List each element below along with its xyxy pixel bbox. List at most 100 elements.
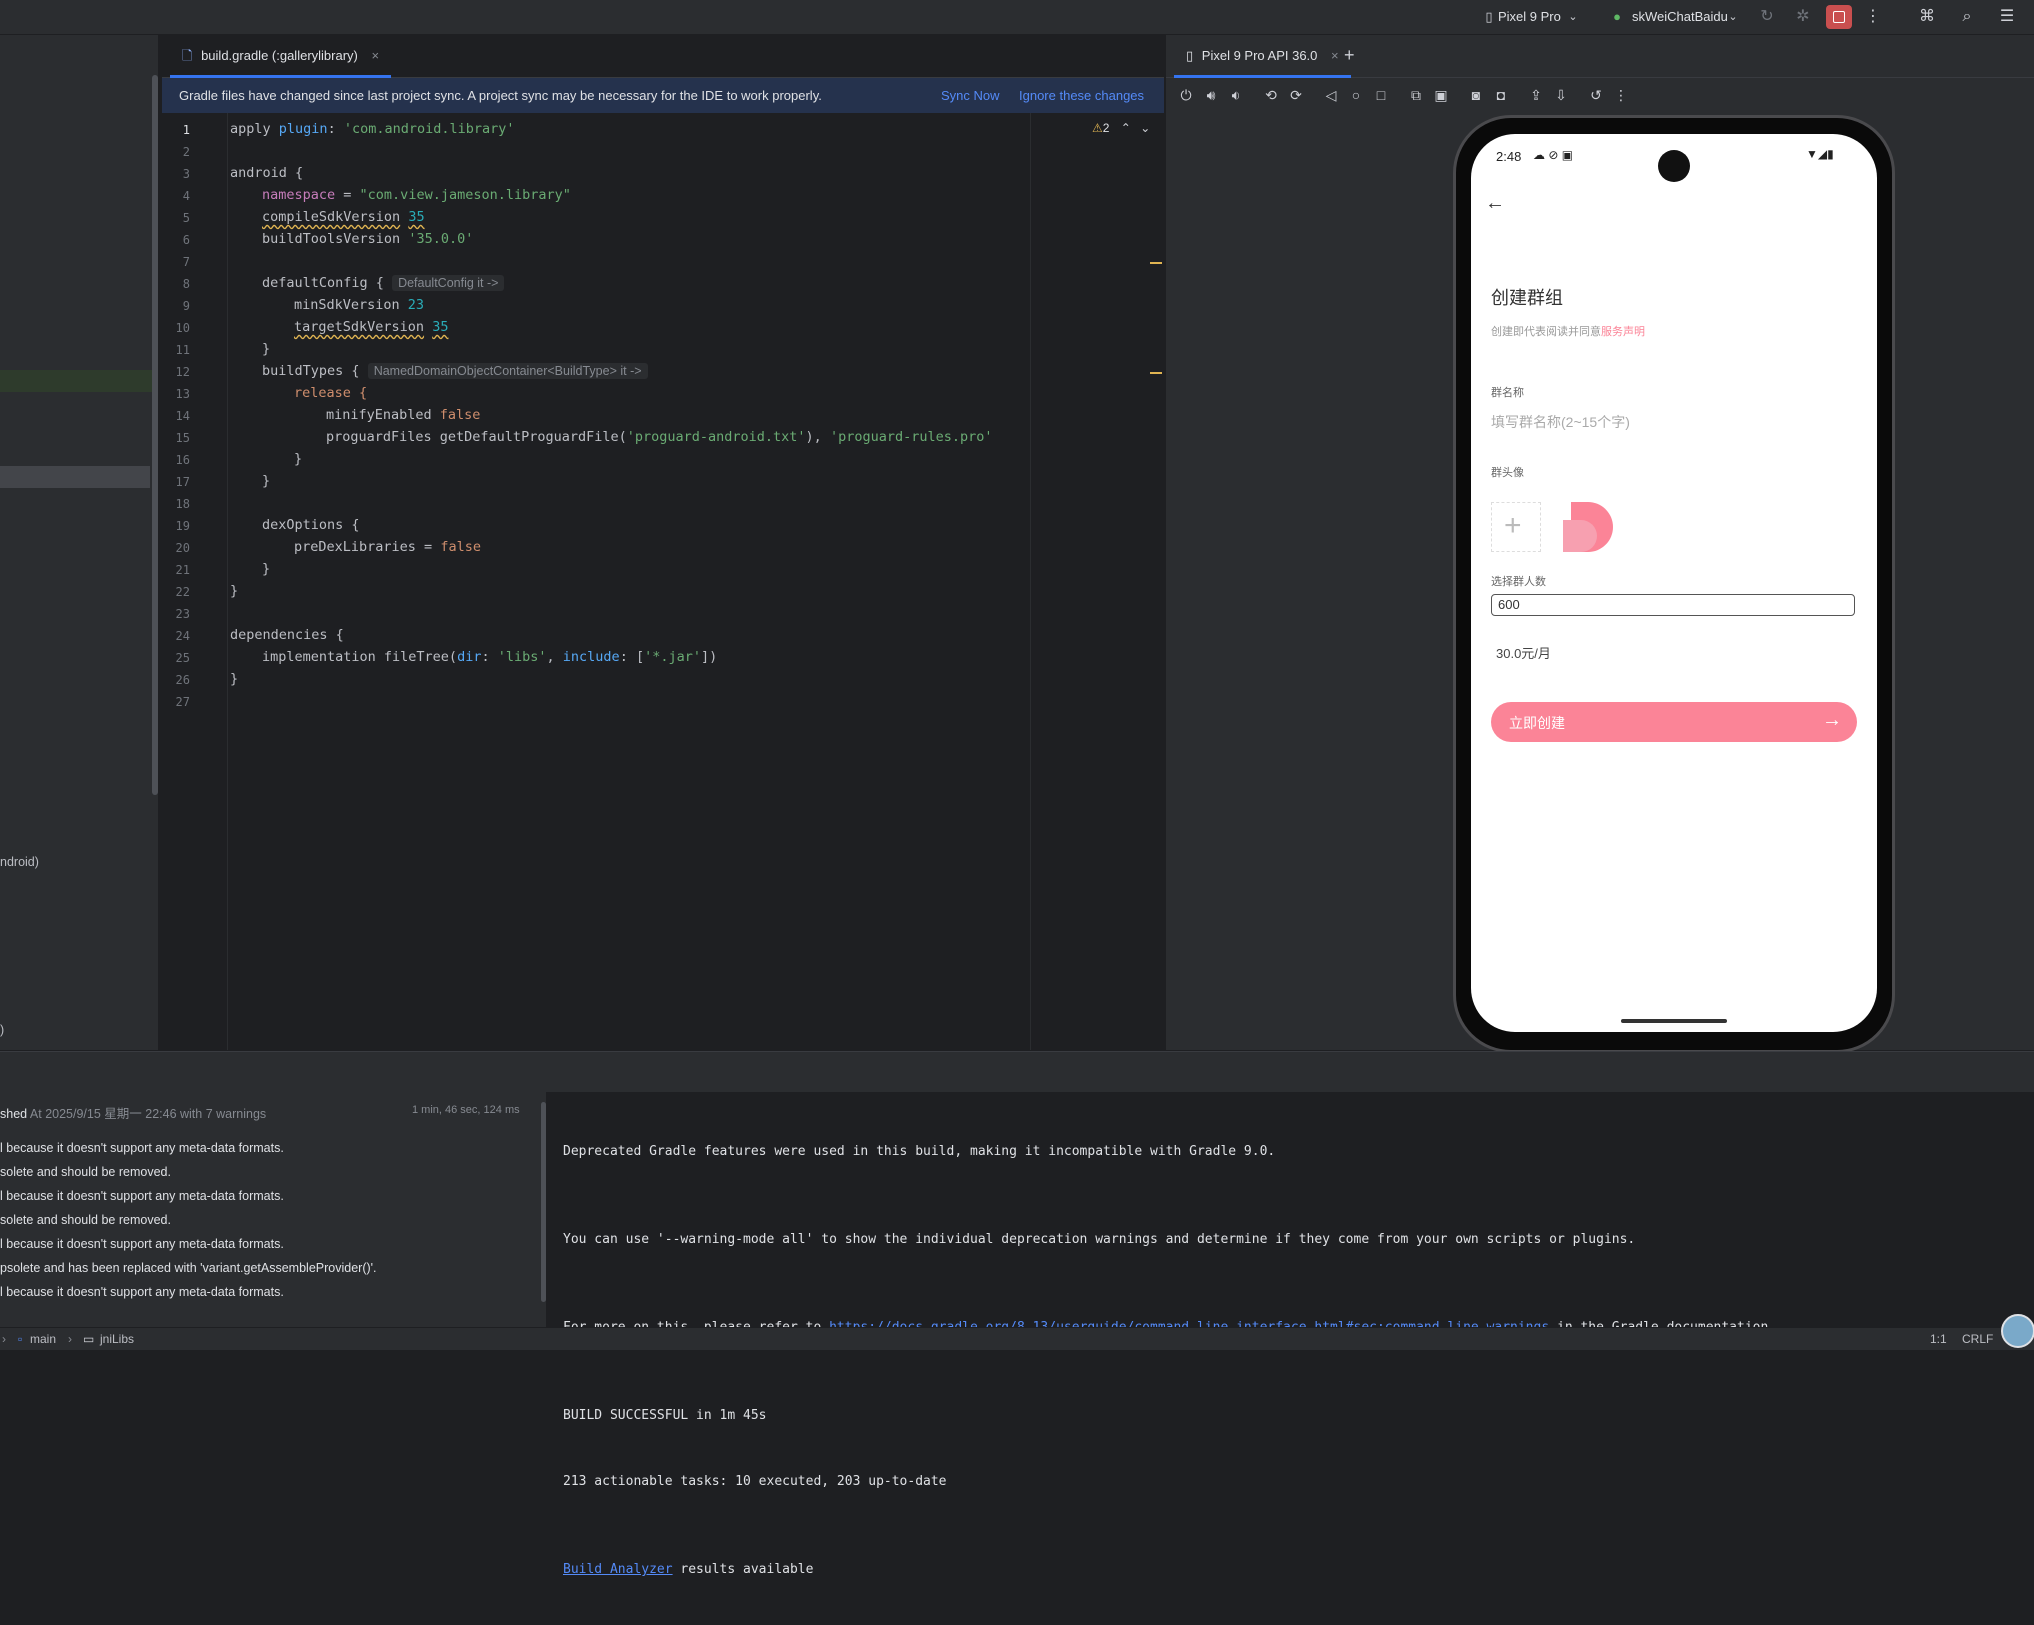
line-number: 25 xyxy=(175,651,190,665)
warnings-indicator[interactable]: ⚠2 ⌃ ⌄ xyxy=(1092,121,1150,135)
emulator-panel: ▯ Pixel 9 Pro API 36.0 × + ⏻ 🔊︎ 🔉︎ ⟲ ⟳ ◁… xyxy=(1165,35,2034,1053)
caret-position[interactable]: 1:1 xyxy=(1930,1328,1947,1350)
page-title: 创建群组 xyxy=(1491,288,1563,308)
status-bar: › ▫ main › ▭ jniLibs 1:1 CRLF xyxy=(0,1314,2034,1350)
line-number: 11 xyxy=(175,343,190,357)
create-group-button[interactable]: 立即创建 → xyxy=(1491,702,1857,742)
arrow-right-icon: → xyxy=(1822,709,1842,731)
back-arrow-icon[interactable]: ← xyxy=(1485,192,1505,215)
fold-icon[interactable]: ⧉ xyxy=(1406,85,1426,105)
reset-icon[interactable]: ↺ xyxy=(1586,85,1606,105)
warning-message[interactable]: solete and should be removed. xyxy=(0,1165,171,1179)
avatar-shape xyxy=(1563,520,1597,552)
add-tab-icon[interactable]: + xyxy=(1344,45,1355,66)
build-console-output[interactable]: Deprecated Gradle features were used in … xyxy=(563,1097,1776,1625)
line-number: 6 xyxy=(182,233,190,247)
warning-message[interactable]: l because it doesn't support any meta-da… xyxy=(0,1189,284,1203)
display-icon[interactable]: ▣ xyxy=(1431,85,1451,105)
scrollbar[interactable] xyxy=(152,75,158,795)
ignore-changes-link[interactable]: Ignore these changes xyxy=(1019,78,1144,113)
search-replace-icon[interactable]: ⌕ xyxy=(1956,6,1978,28)
build-duration: 1 min, 46 sec, 124 ms xyxy=(412,1104,520,1116)
code-area[interactable]: 1 2 3 4 5 6 7 8 9 10 11 12 13 14 15 16 1… xyxy=(162,113,1164,1050)
screenshot-icon[interactable]: ◙ xyxy=(1466,85,1486,105)
warning-marker[interactable] xyxy=(1150,372,1162,374)
code-line: minifyEnabled false xyxy=(326,407,481,423)
selected-row[interactable] xyxy=(0,466,150,488)
volume-down-icon[interactable]: 🔉︎ xyxy=(1226,85,1246,105)
tab-emulator[interactable]: ▯ Pixel 9 Pro API 36.0 × xyxy=(1174,35,1351,78)
line-number: 4 xyxy=(182,189,190,203)
build-analyzer-link[interactable]: Build Analyzer xyxy=(563,1562,673,1577)
avatar[interactable] xyxy=(2001,1314,2034,1348)
volume-up-icon[interactable]: 🔊︎ xyxy=(1201,85,1221,105)
translate-icon[interactable]: ⌘ xyxy=(1916,6,1938,28)
status-time: 2:48 xyxy=(1496,149,1522,164)
warning-marker[interactable] xyxy=(1150,262,1162,264)
chevron-down-icon[interactable]: ⌄ xyxy=(1140,121,1150,135)
member-count-label: 选择群人数 xyxy=(1491,576,1546,588)
more-vertical-icon[interactable]: ⋮ xyxy=(1611,85,1631,105)
phone-screen[interactable]: 2:48 ☁ ⊘ ▣ ▼◢▮ ← 创建群组 创建即代表阅读并同意服务声明 群名称… xyxy=(1471,134,1877,1032)
group-name-input[interactable]: 填写群名称(2~15个字) xyxy=(1491,412,1857,434)
sync-banner: Gradle files have changed since last pro… xyxy=(162,78,1164,113)
chevron-down-icon[interactable]: ⌄ xyxy=(1562,6,1584,28)
highlighted-row[interactable] xyxy=(0,370,158,392)
tree-item-fragment[interactable]: ) xyxy=(0,1023,4,1037)
sync-now-link[interactable]: Sync Now xyxy=(941,78,1000,113)
code-line: } xyxy=(262,561,271,577)
avatar-image[interactable] xyxy=(1563,502,1615,554)
code-line: proguardFiles getDefaultProguardFile('pr… xyxy=(326,429,993,445)
overview-icon[interactable]: □ xyxy=(1371,85,1391,105)
service-terms-link[interactable]: 服务声明 xyxy=(1601,326,1645,338)
plus-icon: + xyxy=(1504,509,1522,542)
warning-message[interactable]: psolete and has been replaced with 'vari… xyxy=(0,1261,377,1275)
warning-message[interactable]: l because it doesn't support any meta-da… xyxy=(0,1285,284,1299)
code-line: } xyxy=(230,583,239,599)
code-line: buildToolsVersion '35.0.0' xyxy=(262,231,474,247)
chevron-up-icon[interactable]: ⌃ xyxy=(1121,121,1131,135)
device-selector[interactable]: Pixel 9 Pro xyxy=(1498,8,1561,26)
back-icon[interactable]: ◁ xyxy=(1321,85,1341,105)
line-number: 17 xyxy=(175,475,190,489)
run-config-selector[interactable]: skWeiChatBaidu xyxy=(1632,8,1728,26)
close-icon[interactable]: × xyxy=(1331,48,1339,63)
stop-button[interactable] xyxy=(1826,5,1852,29)
import-icon[interactable]: ⇩ xyxy=(1551,85,1571,105)
debug-icon[interactable]: ✲ xyxy=(1792,6,1814,28)
home-icon[interactable]: ○ xyxy=(1346,85,1366,105)
close-icon[interactable]: × xyxy=(372,48,380,63)
breadcrumb-jnilibs[interactable]: jniLibs xyxy=(100,1328,134,1350)
warning-message[interactable]: solete and should be removed. xyxy=(0,1213,171,1227)
build-result-row[interactable]: shed At 2025/9/15 星期一 22:46 with 7 warni… xyxy=(0,1103,266,1122)
more-vertical-icon[interactable]: ⋮ xyxy=(1862,6,1884,28)
line-number: 3 xyxy=(182,167,190,181)
gradle-file-icon: 🗋 xyxy=(182,48,193,63)
warning-message[interactable]: l because it doesn't support any meta-da… xyxy=(0,1237,284,1251)
right-margin-guide xyxy=(1030,113,1031,1050)
warning-message[interactable]: l because it doesn't support any meta-da… xyxy=(0,1141,284,1155)
breadcrumb-main[interactable]: main xyxy=(30,1328,56,1350)
code-line: apply plugin: 'com.android.library' xyxy=(230,121,515,137)
line-separator[interactable]: CRLF xyxy=(1962,1328,1993,1350)
member-count-input[interactable]: 600 xyxy=(1491,594,1855,616)
rerun-icon[interactable]: ↻ xyxy=(1756,6,1778,28)
gesture-bar[interactable] xyxy=(1621,1019,1727,1023)
power-icon[interactable]: ⏻ xyxy=(1176,85,1196,105)
chevron-down-icon[interactable]: ⌄ xyxy=(1722,6,1744,28)
line-number: 8 xyxy=(182,277,190,291)
line-number: 23 xyxy=(175,607,190,621)
camera-cutout xyxy=(1658,150,1690,182)
scrollbar[interactable] xyxy=(541,1102,546,1302)
settings-list-icon[interactable]: ☰ xyxy=(1996,6,2018,28)
tree-item-fragment[interactable]: ndroid) xyxy=(0,855,39,869)
record-icon[interactable]: ◘ xyxy=(1491,85,1511,105)
add-avatar-button[interactable]: + xyxy=(1491,502,1541,552)
line-number: 13 xyxy=(175,387,190,401)
line-number: 10 xyxy=(175,321,190,335)
rotate-left-icon[interactable]: ⟲ xyxy=(1261,85,1281,105)
export-icon[interactable]: ⇪ xyxy=(1526,85,1546,105)
rotate-right-icon[interactable]: ⟳ xyxy=(1286,85,1306,105)
line-number: 5 xyxy=(182,211,190,225)
tab-build-gradle[interactable]: 🗋 build.gradle (:gallerylibrary) × xyxy=(170,35,392,78)
